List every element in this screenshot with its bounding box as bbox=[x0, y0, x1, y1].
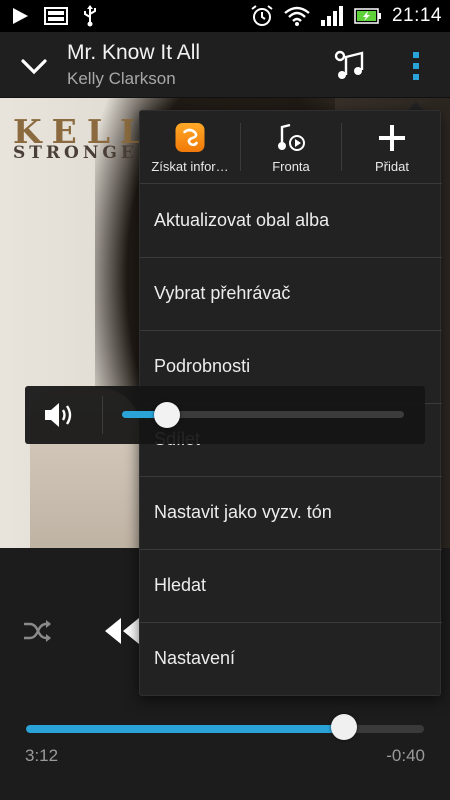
soundhound-icon bbox=[175, 123, 205, 152]
menu-item-update-album-art[interactable]: Aktualizovat obal alba bbox=[140, 185, 442, 258]
volume-handle[interactable] bbox=[154, 402, 181, 428]
seek-bar[interactable] bbox=[26, 725, 424, 733]
album-art-title-text: STRONGER bbox=[13, 143, 157, 163]
rewind-icon[interactable] bbox=[104, 616, 140, 646]
add-label: Přidat bbox=[375, 159, 409, 174]
plus-icon bbox=[379, 125, 405, 151]
menu-quick-actions: Získat infor… Fronta Přidat bbox=[140, 111, 442, 184]
alarm-icon bbox=[251, 5, 273, 26]
usb-icon bbox=[84, 5, 96, 27]
queue-label: Fronta bbox=[272, 159, 310, 174]
get-info-label: Získat infor… bbox=[151, 159, 229, 174]
get-info-button[interactable]: Získat infor… bbox=[140, 111, 240, 184]
artist-name: Kelly Clarkson bbox=[67, 69, 176, 88]
menu-item-search[interactable]: Hledat bbox=[140, 550, 442, 623]
clock: 21:14 bbox=[391, 5, 442, 26]
current-time: 3:12 bbox=[25, 746, 59, 765]
remaining-time: -0:40 bbox=[386, 746, 425, 765]
queue-button[interactable]: Fronta bbox=[241, 111, 341, 184]
more-options-icon[interactable] bbox=[404, 48, 428, 84]
wifi-icon bbox=[284, 6, 310, 26]
volume-overlay bbox=[25, 386, 425, 444]
seek-progress bbox=[26, 725, 345, 733]
now-playing-header: Mr. Know It All Kelly Clarkson bbox=[0, 32, 450, 98]
music-note-icon[interactable] bbox=[332, 48, 368, 84]
speaker-icon bbox=[45, 403, 72, 427]
menu-item-set-ringtone[interactable]: Nastavit jako vyzv. tón bbox=[140, 477, 442, 550]
add-button[interactable]: Přidat bbox=[342, 111, 442, 184]
menu-item-select-player[interactable]: Vybrat přehrávač bbox=[140, 258, 442, 331]
menu-item-settings[interactable]: Nastavení bbox=[140, 623, 442, 696]
shuffle-icon[interactable] bbox=[22, 618, 52, 644]
battery-charging-icon bbox=[354, 8, 381, 24]
song-title: Mr. Know It All bbox=[67, 41, 201, 64]
status-bar: 21:14 bbox=[0, 0, 450, 32]
image-icon bbox=[44, 7, 68, 25]
queue-icon bbox=[278, 123, 305, 151]
signal-icon bbox=[320, 6, 343, 26]
chevron-down-icon[interactable] bbox=[18, 50, 50, 82]
play-icon bbox=[13, 8, 28, 24]
